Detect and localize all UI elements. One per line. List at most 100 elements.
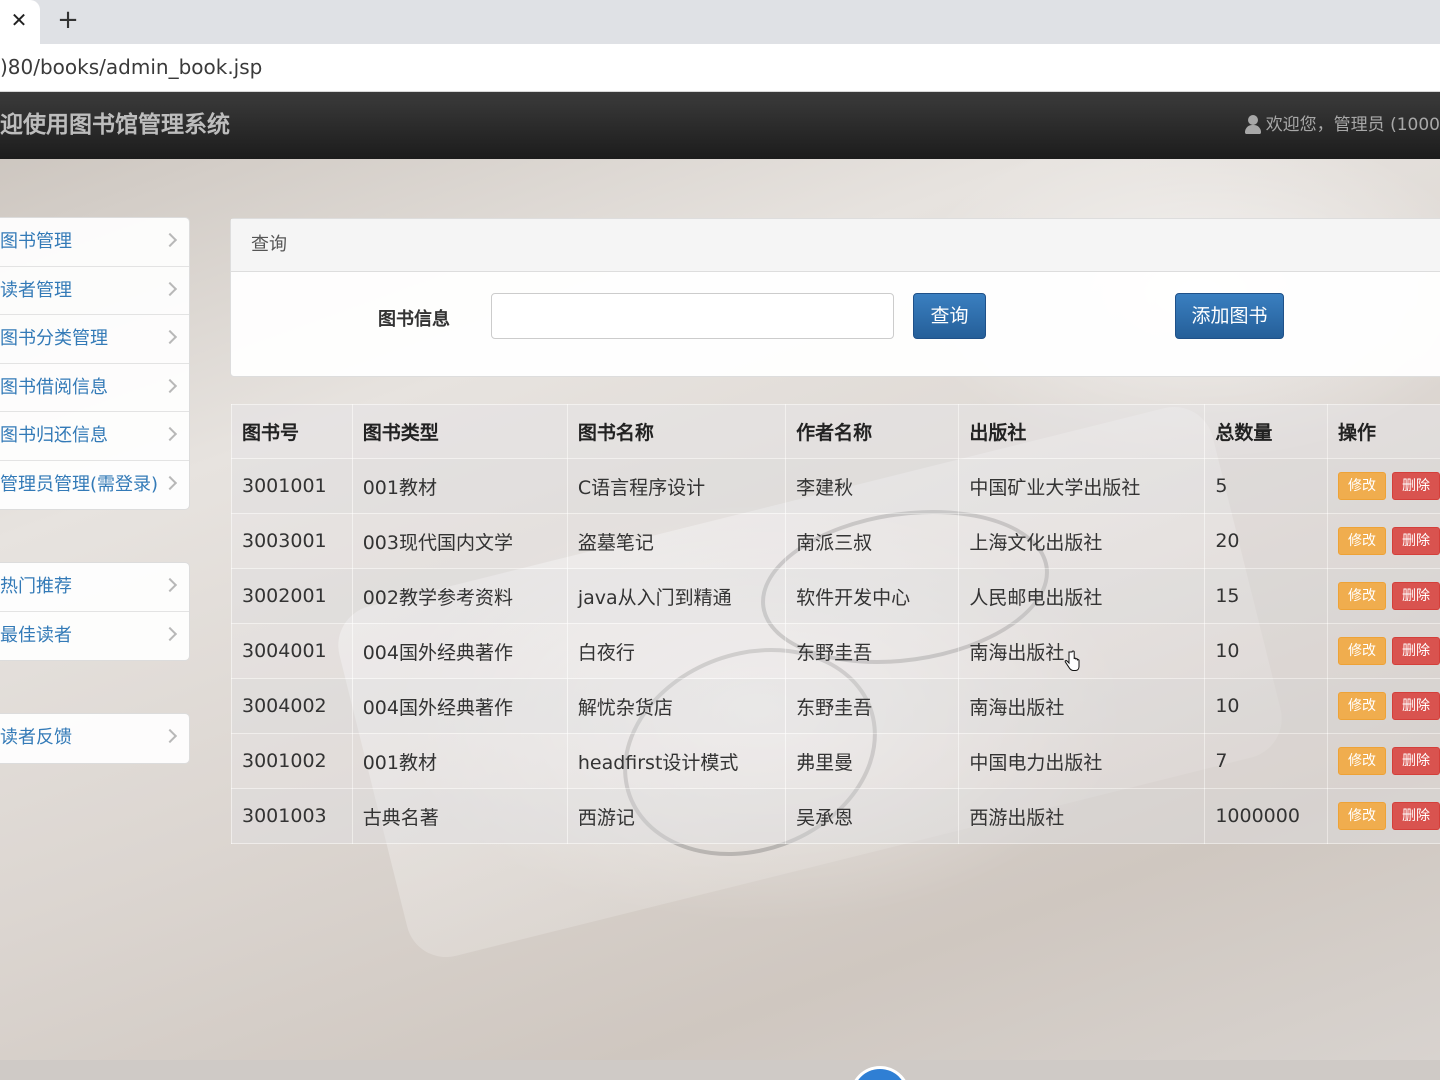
book-id-cell: 3003001 [231,513,353,569]
publisher-cell: 南海出版社 [958,623,1206,679]
author-cell: 软件开发中心 [785,568,960,624]
sidebar-group-feedback: 读者反馈 [0,713,190,764]
edit-button[interactable]: 修改 [1337,802,1386,830]
table-row: 3003001 003现代国内文学 盗墓笔记 南派三叔 上海文化出版社 20 修… [231,513,1440,569]
hand-cursor-icon [1064,650,1080,671]
publisher-cell: 上海文化出版社 [958,513,1206,569]
book-name-cell: headfirst设计模式 [566,733,787,789]
publisher-cell: 南海出版社 [958,678,1206,734]
sidebar-item-admin-management[interactable]: 管理员管理(需登录) [0,461,189,510]
quantity-cell: 5 [1204,458,1328,514]
actions-cell: 修改 删除 [1326,623,1440,679]
sidebar-item-category-management[interactable]: 图书分类管理 [0,315,189,364]
actions-cell: 修改 删除 [1326,568,1440,624]
close-tab-icon[interactable]: ✕ [8,8,30,32]
url-text[interactable]: )80/books/admin_book.jsp [0,54,262,80]
table-row: 3002001 002教学参考资料 java从入门到精通 软件开发中心 人民邮电… [231,568,1440,624]
book-type-cell: 004国外经典著作 [351,678,568,734]
browser-tab[interactable]: ✕ [0,0,40,44]
user-menu[interactable]: 欢迎您，管理员 (1000 [1244,111,1440,139]
table-row: 3004002 004国外经典著作 解忧杂货店 东野圭吾 南海出版社 10 修改… [231,678,1440,734]
sidebar-item-best-reader[interactable]: 最佳读者 [0,612,189,661]
sidebar-item-borrow-info[interactable]: 图书借阅信息 [0,364,189,412]
quantity-cell: 20 [1204,513,1328,569]
publisher-cell: 西游出版社 [958,788,1206,844]
page-content: 迎使用图书馆管理系统 欢迎您，管理员 (1000 图书管理 读者管理 图书分类管… [0,92,1440,1060]
query-button[interactable]: 查询 [913,293,986,339]
add-book-button[interactable]: 添加图书 [1175,293,1284,339]
delete-button[interactable]: 删除 [1391,692,1440,720]
column-header: 总数量 [1204,404,1328,459]
column-header: 出版社 [958,404,1206,459]
column-header: 图书名称 [566,404,787,459]
edit-button[interactable]: 修改 [1337,692,1386,720]
author-cell: 东野圭吾 [785,678,960,734]
quantity-cell: 10 [1204,623,1328,679]
quantity-cell: 15 [1204,568,1328,624]
sidebar-group-recommend: 热门推荐 最佳读者 [0,562,190,661]
books-table: 图书号 图书类型 图书名称 作者名称 出版社 总数量 操作 3001001 00… [231,404,1440,844]
book-name-cell: C语言程序设计 [566,458,787,514]
table-row: 3004001 004国外经典著作 白夜行 东野圭吾 南海出版社 10 修改 删除 [231,623,1440,679]
book-id-cell: 3001003 [231,788,353,844]
publisher-cell: 中国矿业大学出版社 [958,458,1206,514]
book-type-cell: 003现代国内文学 [351,513,568,569]
user-welcome-text: 欢迎您，管理员 (1000 [1265,115,1440,135]
browser-tab-bar: ✕ + [0,0,1440,44]
sidebar-item-book-management[interactable]: 图书管理 [0,218,189,267]
delete-button[interactable]: 删除 [1391,747,1440,775]
column-header: 图书号 [231,404,353,459]
book-name-cell: 白夜行 [566,623,787,679]
edit-button[interactable]: 修改 [1337,582,1386,610]
book-id-cell: 3002001 [231,568,353,624]
edit-button[interactable]: 修改 [1337,747,1386,775]
delete-button[interactable]: 删除 [1391,802,1440,830]
book-info-input[interactable] [491,293,894,339]
column-header: 操作 [1326,404,1440,459]
query-panel-title: 查询 [231,219,1440,272]
address-bar[interactable]: )80/books/admin_book.jsp [0,44,1440,92]
chevron-right-icon [162,626,178,641]
book-name-cell: java从入门到精通 [566,568,787,624]
book-id-cell: 3004001 [231,623,353,679]
table-row: 3001002 001教材 headfirst设计模式 弗里曼 中国电力出版社 … [231,733,1440,789]
book-name-cell: 解忧杂货店 [566,678,787,734]
sidebar-item-reader-management[interactable]: 读者管理 [0,267,189,315]
edit-button[interactable]: 修改 [1337,472,1386,500]
sidebar-item-return-info[interactable]: 图书归还信息 [0,412,189,461]
book-type-cell: 001教材 [351,733,568,789]
delete-button[interactable]: 删除 [1391,527,1440,555]
chevron-right-icon [162,728,178,744]
delete-button[interactable]: 删除 [1391,472,1440,500]
author-cell: 南派三叔 [785,513,960,569]
actions-cell: 修改 删除 [1326,788,1440,844]
delete-button[interactable]: 删除 [1391,582,1440,610]
publisher-cell: 中国电力出版社 [958,733,1206,789]
sidebar-group-management: 图书管理 读者管理 图书分类管理 图书借阅信息 图书归还信息 管理员管理(需登录… [0,217,190,510]
delete-button[interactable]: 删除 [1391,637,1440,665]
actions-cell: 修改 删除 [1326,678,1440,734]
book-id-cell: 3001001 [231,458,353,514]
system-title[interactable]: 迎使用图书馆管理系统 [0,109,230,141]
author-cell: 李建秋 [785,458,960,514]
edit-button[interactable]: 修改 [1337,637,1386,665]
chevron-right-icon [162,475,178,490]
book-id-cell: 3004002 [231,678,353,734]
quantity-cell: 1000000 [1204,788,1328,844]
book-type-cell: 004国外经典著作 [351,623,568,679]
chevron-right-icon [162,232,178,248]
taskbar-strip [0,1060,1440,1080]
book-info-label: 图书信息 [378,309,450,330]
new-tab-icon[interactable]: + [54,6,82,34]
book-name-cell: 西游记 [566,788,787,844]
user-icon [1244,115,1262,135]
sidebar-item-hot-recommend[interactable]: 热门推荐 [0,563,189,612]
column-header: 图书类型 [351,404,568,459]
sidebar-item-reader-feedback[interactable]: 读者反馈 [0,714,189,763]
actions-cell: 修改 删除 [1326,733,1440,789]
table-header-row: 图书号 图书类型 图书名称 作者名称 出版社 总数量 操作 [231,404,1440,459]
chevron-right-icon [162,577,178,593]
actions-cell: 修改 删除 [1326,458,1440,514]
chevron-right-icon [162,281,178,296]
edit-button[interactable]: 修改 [1337,527,1386,555]
